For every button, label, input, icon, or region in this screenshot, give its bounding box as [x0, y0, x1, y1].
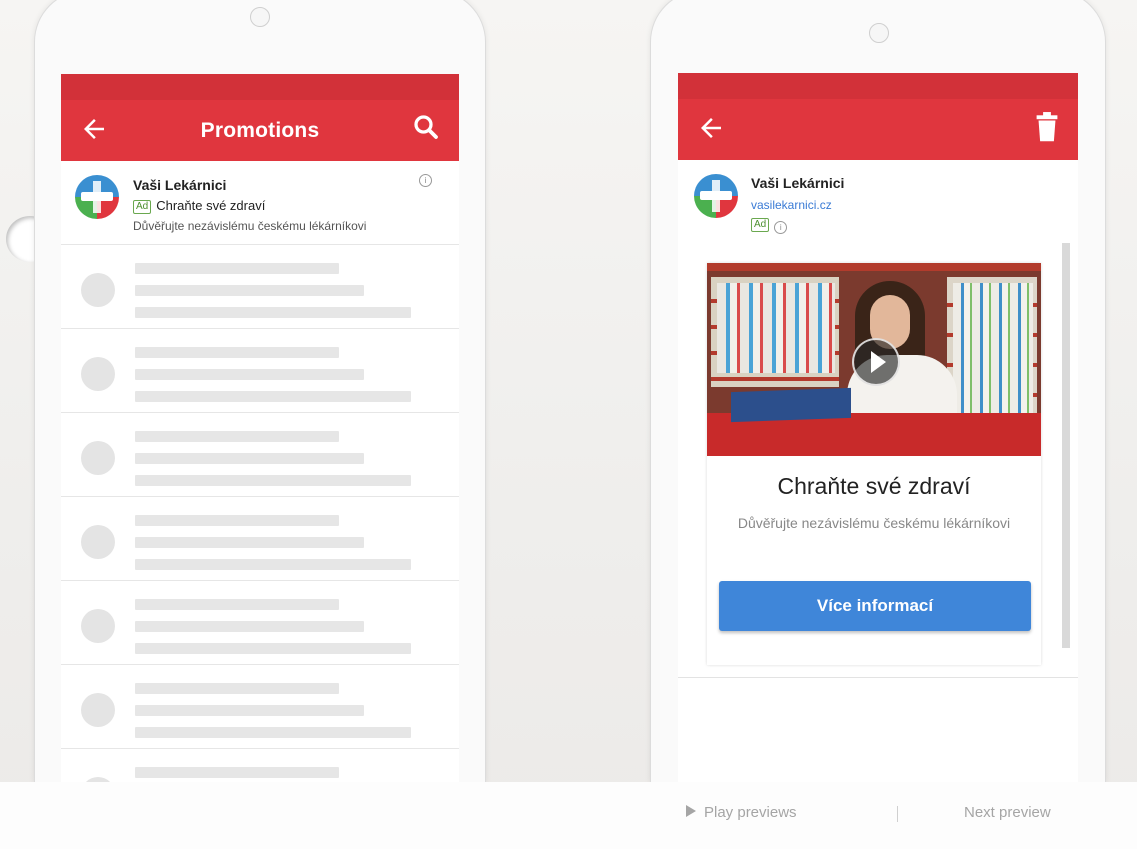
placeholder-line — [135, 621, 364, 632]
placeholder-line — [135, 683, 339, 694]
expanded-app-bar — [678, 73, 1078, 160]
placeholder-line — [135, 475, 411, 486]
placeholder-line — [135, 453, 364, 464]
placeholder-line — [135, 537, 364, 548]
list-item[interactable] — [61, 665, 459, 749]
placeholder-line — [135, 767, 339, 778]
avatar — [81, 609, 115, 643]
avatar — [81, 693, 115, 727]
avatar — [81, 525, 115, 559]
preview-footer: Play previews Next preview — [0, 782, 1137, 849]
brand-logo — [694, 174, 738, 218]
divider — [897, 806, 898, 822]
arrow-back-icon[interactable] — [696, 113, 726, 143]
info-icon[interactable]: i — [774, 221, 788, 234]
ad-card: Chraňte své zdraví Důvěřujte nezávislému… — [707, 263, 1041, 665]
email-list — [61, 245, 459, 783]
play-button[interactable] — [852, 338, 900, 386]
placeholder-line — [135, 431, 339, 442]
placeholder-line — [135, 643, 411, 654]
more-info-button[interactable]: Více informací — [719, 581, 1031, 631]
placeholder-line — [135, 391, 411, 402]
placeholder-line — [135, 705, 364, 716]
placeholder-line — [135, 263, 339, 274]
expanded-ad-screen: Vaši Lekárnici vasilekarnici.cz Ad i Chra… — [678, 73, 1078, 783]
promotion-ad-row[interactable]: Vaši Lekárnici i Ad Chraňte své zdraví Dů… — [61, 161, 459, 245]
ad-subject: Chraňte své zdraví — [156, 198, 266, 213]
info-icon[interactable]: i — [419, 174, 432, 187]
placeholder-line — [135, 307, 411, 318]
inbox-screen: Promotions Vaši Lekárnici i Ad Chraňte sv… — [61, 74, 459, 783]
ad-badge: Ad — [133, 200, 152, 214]
list-item[interactable] — [61, 497, 459, 581]
phone-camera — [869, 23, 889, 43]
page-title: Promotions — [200, 119, 320, 142]
inbox-app-bar: Promotions — [61, 74, 459, 161]
phone-preview-expanded-ad: Vaši Lekárnici vasilekarnici.cz Ad i Chra… — [650, 0, 1106, 783]
status-bar — [678, 73, 1078, 99]
placeholder-line — [135, 285, 364, 296]
play-previews-label: Play previews — [704, 804, 797, 821]
list-item[interactable] — [61, 749, 459, 783]
search-icon[interactable] — [411, 112, 441, 142]
placeholder-line — [135, 559, 411, 570]
scrollbar[interactable] — [1062, 243, 1070, 648]
ad-sender: Vaši Lekárnici — [133, 177, 227, 193]
ad-subject-line: Ad Chraňte své zdraví — [133, 198, 265, 214]
ad-label-line: Ad i — [751, 218, 788, 234]
list-item[interactable] — [61, 245, 459, 329]
ad-snippet: Důvěřujte nezávislému českému lékárníkov… — [133, 219, 367, 233]
placeholder-line — [135, 515, 339, 526]
play-icon — [686, 805, 696, 817]
placeholder-line — [135, 727, 411, 738]
status-bar — [61, 74, 459, 100]
phone-camera — [250, 7, 270, 27]
avatar — [81, 273, 115, 307]
placeholder-line — [135, 347, 339, 358]
card-title: Chraňte své zdraví — [777, 473, 971, 499]
next-preview-button[interactable]: Next preview — [964, 804, 1051, 821]
placeholder-line — [135, 599, 339, 610]
brand-logo — [75, 175, 119, 219]
card-description: Důvěřujte nezávislému českému lékárníkov… — [737, 515, 1011, 531]
ad-sender: Vaši Lekárnici — [751, 175, 845, 191]
list-item[interactable] — [61, 329, 459, 413]
phone-preview-inbox: Promotions Vaši Lekárnici i Ad Chraňte sv… — [34, 0, 486, 783]
list-item[interactable] — [61, 413, 459, 497]
play-previews-button[interactable]: Play previews — [686, 804, 797, 821]
ad-sender-header: Vaši Lekárnici vasilekarnici.cz Ad i — [678, 160, 1078, 253]
advertiser-url-link[interactable]: vasilekarnici.cz — [751, 198, 832, 212]
trash-icon[interactable] — [1034, 111, 1060, 143]
avatar — [81, 441, 115, 475]
video-thumbnail[interactable] — [707, 263, 1041, 456]
placeholder-line — [135, 369, 364, 380]
divider — [678, 677, 1078, 678]
avatar — [81, 357, 115, 391]
ad-badge: Ad — [751, 218, 770, 232]
list-item[interactable] — [61, 581, 459, 665]
